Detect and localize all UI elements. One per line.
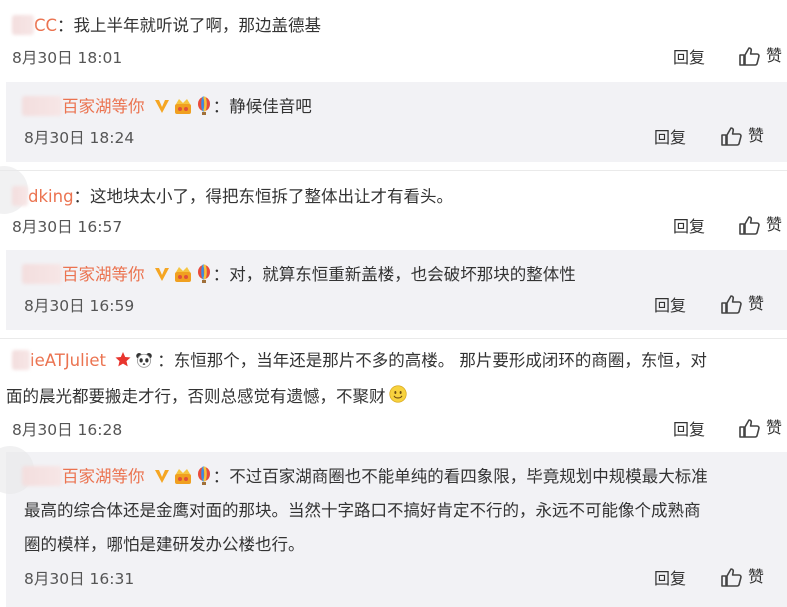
comment-2: dking：这地块太小了，得把东恒拆了整体出让才有看头。 8月30日 16:57… — [0, 166, 787, 250]
balloon-badge-icon — [195, 96, 213, 116]
comment-username[interactable]: ieATJuliet — [30, 351, 106, 370]
reply-time: 8月30日 16:31 — [24, 570, 135, 588]
comment-time: 8月30日 18:01 — [12, 49, 123, 67]
like-label: 赞 — [748, 126, 765, 145]
reply-1: 百家湖等你 ：静候佳音吧 8月30日 18:24 回复 赞 — [6, 82, 787, 162]
comment-time: 8月30日 16:57 — [12, 218, 123, 236]
reply-text-line-2: 最高的综合体还是金鹰对面的那块。当然十字路口不搞好肯定不行的，永远不可能像个成熟… — [24, 500, 701, 522]
reply-label: 回复 — [673, 48, 706, 67]
crown-badge-icon — [174, 264, 192, 284]
separator: ： — [212, 265, 230, 284]
thumbs-up-icon — [738, 46, 760, 66]
reply-text: 静候佳音吧 — [229, 97, 312, 116]
reply-label: 回复 — [654, 569, 687, 588]
smile-emoji-icon — [388, 384, 413, 408]
panda-icon — [135, 350, 157, 370]
like-button[interactable]: 赞 — [720, 126, 764, 146]
reply-button[interactable]: 回复 — [673, 217, 705, 237]
separator: ： — [57, 16, 74, 35]
comment-text: 面的晨光都要搬走才行，否则总感觉有遗憾，不聚财 — [6, 387, 386, 406]
blurred-username — [22, 466, 62, 486]
thumbs-up-icon — [720, 294, 742, 314]
crown-badge-icon — [174, 96, 192, 116]
separator: ： — [73, 187, 91, 206]
like-label: 赞 — [766, 46, 783, 65]
balloon-badge-icon — [195, 264, 213, 284]
reply-label: 回复 — [673, 420, 706, 439]
reply-2: 百家湖等你 ：对，就算东恒重新盖楼，也会破坏那块的整体性 8月30日 16:59… — [6, 250, 787, 330]
reply-label: 回复 — [654, 128, 687, 147]
comment-text-line-2: 面的晨光都要搬走才行，否则总感觉有遗憾，不聚财 — [6, 384, 413, 408]
like-button[interactable]: 赞 — [720, 567, 764, 587]
reply-label: 回复 — [673, 217, 706, 236]
thumbs-up-icon — [738, 418, 760, 438]
separator: ： — [212, 97, 230, 116]
like-label: 赞 — [766, 418, 783, 437]
reply-button[interactable]: 回复 — [673, 48, 705, 68]
reply-text-line-3: 圈的模样，哪怕是建研发办公楼也行。 — [24, 534, 305, 556]
blurred-username — [12, 186, 28, 206]
comment-text-line: CC：我上半年就听说了啊，那边盖德基 — [12, 15, 321, 37]
reply-3: 百家湖等你 ：不过百家湖商圈也不能单纯的看四象限，毕竟规划中规模最大标准 最高的… — [0, 446, 787, 607]
blurred-username — [22, 96, 62, 116]
reply-text: 圈的模样，哪怕是建研发办公楼也行。 — [24, 535, 305, 554]
reply-time: 8月30日 16:59 — [24, 297, 135, 315]
reply-text: 最高的综合体还是金鹰对面的那块。当然十字路口不搞好肯定不行的，永远不可能像个成熟… — [24, 501, 701, 520]
v-badge-icon — [153, 264, 171, 284]
blurred-username — [12, 350, 30, 370]
comment-text: 东恒那个，当年还是那片不多的高楼。 那片要形成闭环的商圈，东恒，对 — [173, 351, 707, 370]
reply-username[interactable]: 百家湖等你 — [62, 265, 145, 284]
comment-text: 这地块太小了，得把东恒拆了整体出让才有看头。 — [90, 187, 454, 206]
like-label: 赞 — [748, 294, 765, 313]
reply-text-line: 百家湖等你 ：静候佳音吧 — [22, 96, 312, 118]
comment-3: ieATJuliet ：东恒那个，当年还是那片不多的高楼。 那片要形成闭环的商圈… — [0, 340, 787, 450]
like-button[interactable]: 赞 — [738, 215, 782, 235]
reply-time: 8月30日 18:24 — [24, 129, 135, 147]
reply-text-line: 百家湖等你 ：对，就算东恒重新盖楼，也会破坏那块的整体性 — [22, 264, 576, 286]
like-label: 赞 — [766, 215, 783, 234]
separator: ： — [157, 351, 174, 370]
thumbs-up-icon — [738, 215, 760, 235]
crown-badge-icon — [174, 466, 192, 486]
comment-1: CC：我上半年就听说了啊，那边盖德基 8月30日 18:01 回复 赞 — [0, 0, 787, 80]
reply-button[interactable]: 回复 — [654, 128, 686, 148]
like-label: 赞 — [748, 567, 765, 586]
reply-text: 不过百家湖商圈也不能单纯的看四象限，毕竟规划中规模最大标准 — [229, 467, 708, 486]
comment-time: 8月30日 16:28 — [12, 421, 123, 439]
star-badge-icon — [114, 350, 132, 370]
comment-username[interactable]: dking — [28, 187, 74, 206]
separator: ： — [212, 467, 230, 486]
blurred-username — [12, 15, 34, 35]
reply-label: 回复 — [654, 296, 687, 315]
reply-username[interactable]: 百家湖等你 — [62, 467, 145, 486]
comment-text: 我上半年就听说了啊，那边盖德基 — [73, 16, 322, 35]
comment-username[interactable]: CC — [34, 16, 57, 35]
like-button[interactable]: 赞 — [738, 46, 782, 66]
like-button[interactable]: 赞 — [738, 418, 782, 438]
blurred-username — [22, 264, 62, 284]
v-badge-icon — [153, 96, 171, 116]
comment-text-line: dking：这地块太小了，得把东恒拆了整体出让才有看头。 — [12, 186, 453, 208]
comment-text-line: ieATJuliet ：东恒那个，当年还是那片不多的高楼。 那片要形成闭环的商圈… — [12, 350, 707, 372]
reply-text: 对，就算东恒重新盖楼，也会破坏那块的整体性 — [229, 265, 576, 284]
v-badge-icon — [153, 466, 171, 486]
divider — [0, 170, 787, 171]
like-button[interactable]: 赞 — [720, 294, 764, 314]
balloon-badge-icon — [195, 466, 213, 486]
reply-username[interactable]: 百家湖等你 — [62, 97, 145, 116]
thumbs-up-icon — [720, 567, 742, 587]
reply-button[interactable]: 回复 — [654, 296, 686, 316]
reply-button[interactable]: 回复 — [654, 569, 686, 589]
thumbs-up-icon — [720, 126, 742, 146]
reply-text-line: 百家湖等你 ：不过百家湖商圈也不能单纯的看四象限，毕竟规划中规模最大标准 — [22, 466, 708, 488]
reply-button[interactable]: 回复 — [673, 420, 705, 440]
divider — [0, 338, 787, 339]
